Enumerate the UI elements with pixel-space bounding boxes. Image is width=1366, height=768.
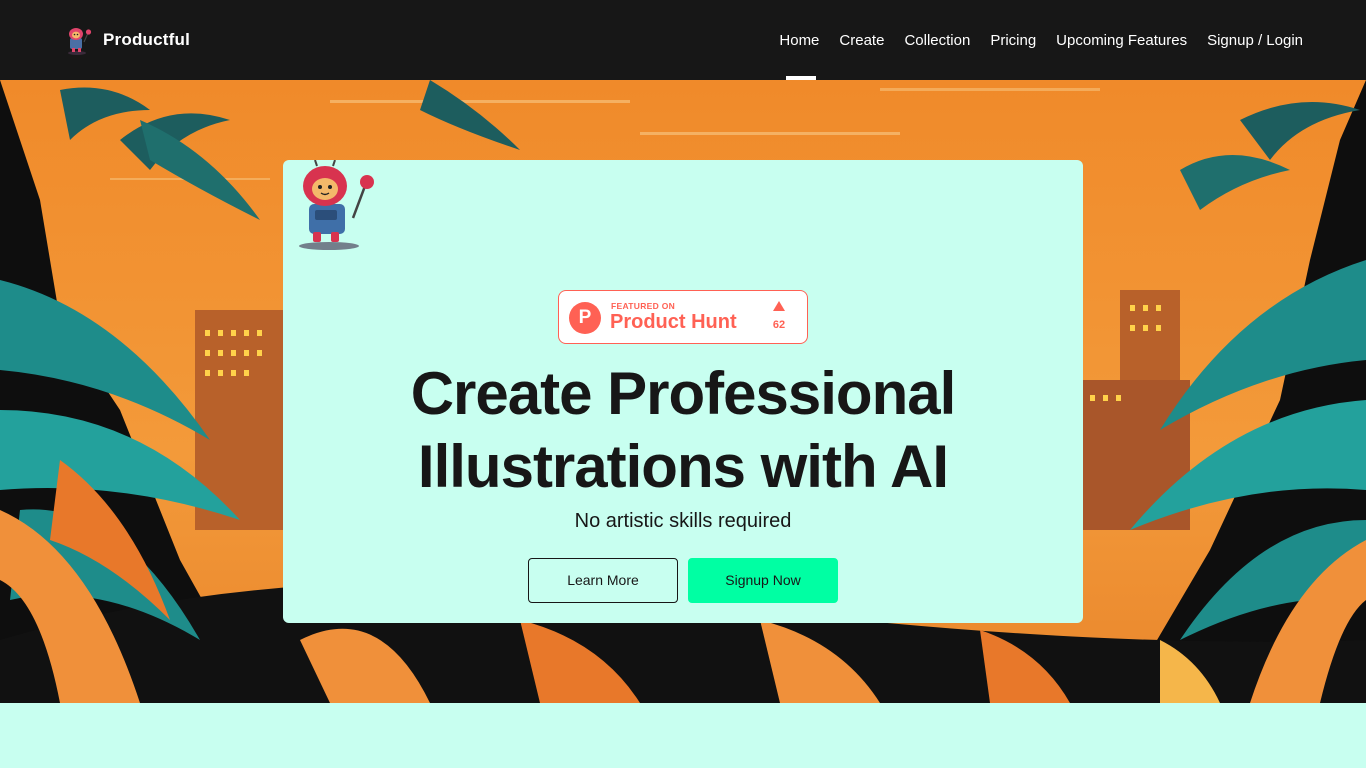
nav-collection[interactable]: Collection (904, 0, 970, 80)
hero-headline: Create Professional Illustrations with A… (283, 357, 1083, 503)
product-hunt-featured-text: FEATURED ON (611, 301, 676, 311)
product-hunt-upvote-count: 62 (772, 319, 786, 331)
hero-headline-line1: Create Professional (410, 360, 957, 427)
brand-name: Productful (103, 30, 190, 49)
hero-card: P FEATURED ON Product Hunt 62 Create Pro… (283, 160, 1083, 623)
product-hunt-name: Product Hunt (610, 311, 737, 333)
signup-now-button[interactable]: Signup Now (688, 558, 838, 603)
product-hunt-logo-icon: P (569, 302, 601, 334)
nav-create[interactable]: Create (839, 0, 884, 80)
robot-mascot-icon (68, 28, 92, 55)
robot-mascot-icon (299, 160, 374, 250)
upvote-triangle-icon (773, 301, 785, 311)
nav-signup-login[interactable]: Signup / Login (1207, 0, 1303, 80)
main-nav: Home Create Collection Pricing Upcoming … (759, 0, 1303, 80)
nav-upcoming-features[interactable]: Upcoming Features (1056, 0, 1187, 80)
top-navbar: Productful Home Create Collection Pricin… (0, 0, 1366, 80)
hero-headline-line2: Illustrations with AI (417, 433, 949, 500)
learn-more-button[interactable]: Learn More (528, 558, 678, 603)
brand-home-link[interactable]: Productful (62, 24, 190, 56)
nav-home[interactable]: Home (779, 0, 819, 80)
product-hunt-badge[interactable]: P FEATURED ON Product Hunt 62 (558, 290, 808, 344)
hero-section: P FEATURED ON Product Hunt 62 Create Pro… (0, 80, 1366, 703)
hero-subheadline: No artistic skills required (574, 510, 792, 532)
nav-pricing[interactable]: Pricing (990, 0, 1036, 80)
